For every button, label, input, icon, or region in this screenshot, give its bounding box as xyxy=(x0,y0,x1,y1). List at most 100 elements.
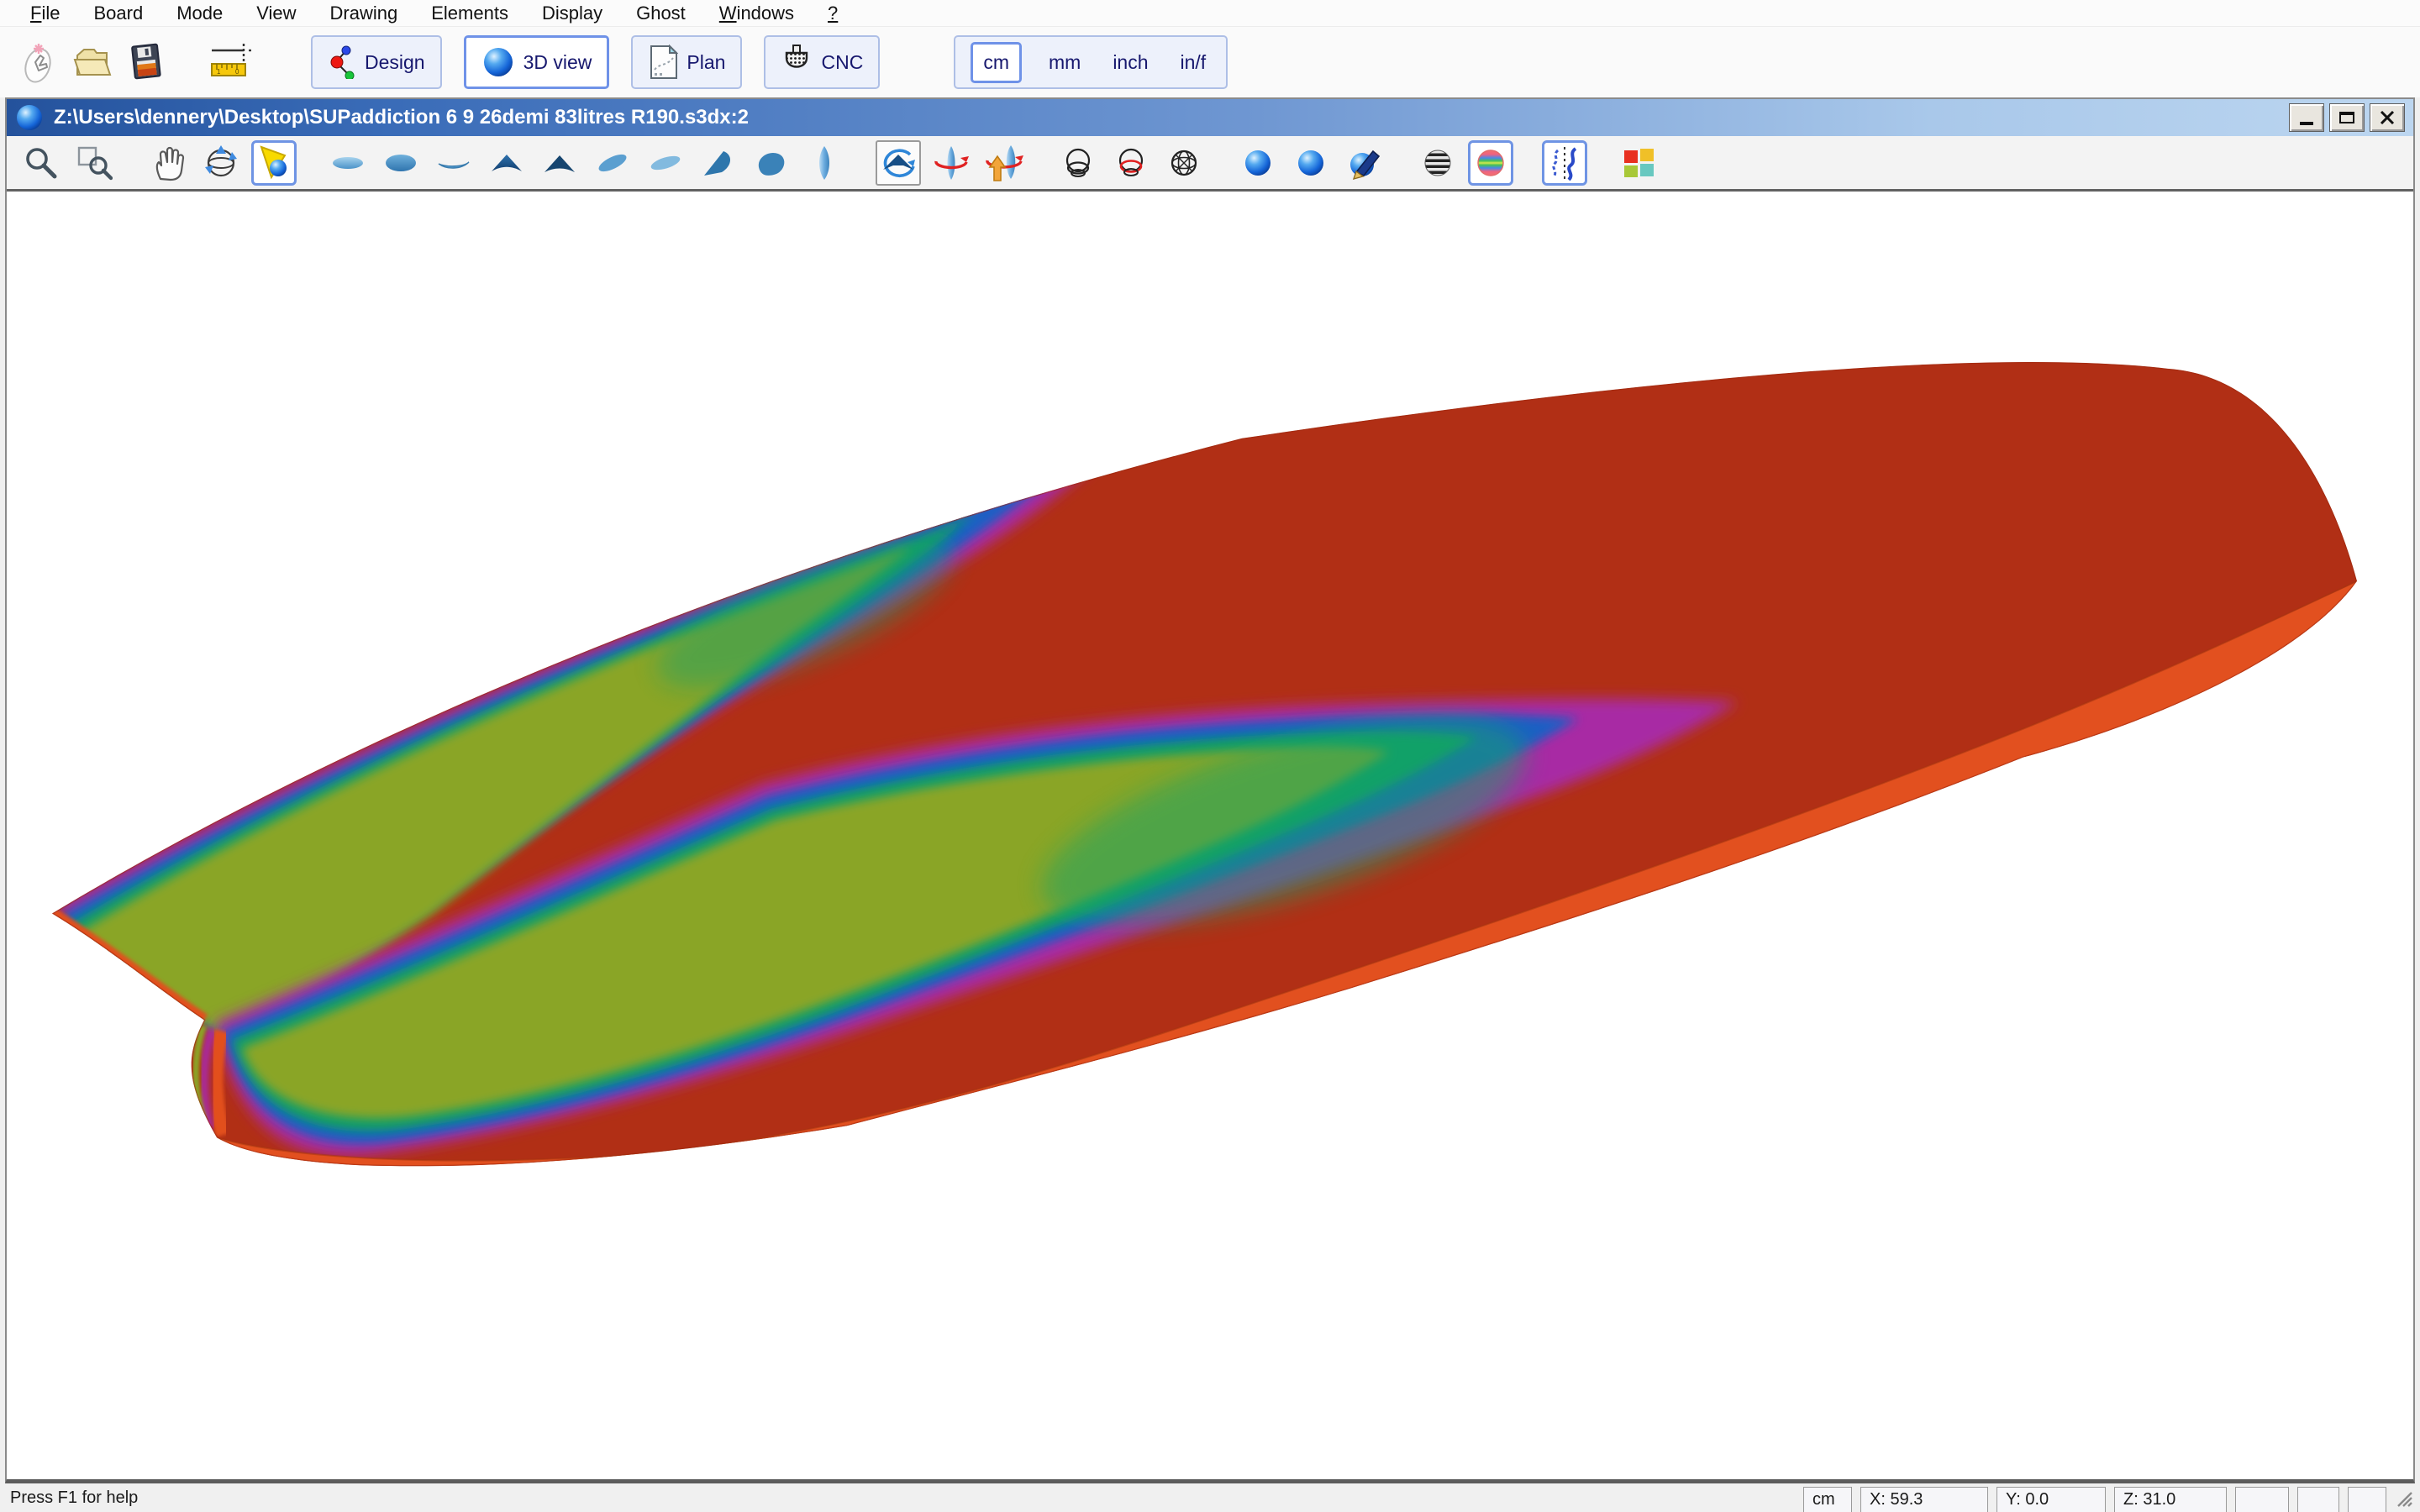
orbit-tool[interactable] xyxy=(198,140,244,186)
light-direction-tool[interactable] xyxy=(251,140,297,186)
unit-mm[interactable]: mm xyxy=(1044,46,1086,79)
rotate-flip-tool[interactable] xyxy=(981,140,1027,186)
sphere-3d-icon xyxy=(481,45,515,79)
pan-hand-icon xyxy=(150,144,187,181)
wizard-hand-icon[interactable] xyxy=(15,37,62,87)
menu-help[interactable]: ? xyxy=(811,1,855,26)
dimensions-ruler-glyph: 10 xyxy=(207,39,254,86)
design-colors-tool[interactable] xyxy=(1616,140,1661,186)
menu-drawing[interactable]: Drawing xyxy=(313,1,415,26)
svg-text:1: 1 xyxy=(217,68,221,76)
plan-mode-label: Plan xyxy=(687,51,725,74)
plan-mode-button[interactable]: Plan xyxy=(631,35,742,89)
wireframe-mesh-tool[interactable] xyxy=(1161,140,1207,186)
view-outline-tool[interactable] xyxy=(802,140,847,186)
view-perspective-1-icon xyxy=(594,144,631,181)
maximize-button[interactable] xyxy=(2329,103,2365,132)
rotate-flip-icon xyxy=(985,144,1023,182)
design-mode-label: Design xyxy=(365,51,425,74)
menu-ghost[interactable]: Ghost xyxy=(619,1,702,26)
board-3d-render[interactable] xyxy=(7,192,2413,1479)
unit-inch[interactable]: inch xyxy=(1107,46,1153,79)
menu-display[interactable]: Display xyxy=(525,1,619,26)
zoom-tool[interactable] xyxy=(18,140,64,186)
menu-file[interactable]: File xyxy=(13,1,76,26)
status-z-coordinate: Z: 31.0 xyxy=(2114,1487,2227,1512)
design-nodes-icon xyxy=(328,45,356,79)
status-empty-panel xyxy=(2348,1487,2386,1512)
view-back-icon xyxy=(541,144,578,181)
main-toolbar: 10 Design 3D view Plan CNC xyxy=(0,27,2420,97)
view-perspective-2-icon xyxy=(647,144,684,181)
design-mode-button[interactable]: Design xyxy=(311,35,442,89)
pan-tool[interactable] xyxy=(145,140,191,186)
status-empty-panel xyxy=(2297,1487,2339,1512)
open-folder-glyph xyxy=(71,39,114,86)
wireframe-mesh-icon xyxy=(1165,144,1202,181)
render-paint-icon xyxy=(1344,144,1383,182)
render-zebra-icon xyxy=(1419,144,1456,181)
light-direction-icon xyxy=(255,144,292,181)
zoom-window-tool[interactable] xyxy=(71,140,117,186)
render-curvature-map-tool[interactable] xyxy=(1468,140,1513,186)
render-zebra-tool[interactable] xyxy=(1415,140,1460,186)
render-curvature-map-icon xyxy=(1472,144,1509,181)
document-sphere-icon xyxy=(15,103,44,132)
status-help-text: Press F1 for help xyxy=(5,1488,1803,1508)
view-perspective-1-tool[interactable] xyxy=(590,140,635,186)
menu-board[interactable]: Board xyxy=(76,1,160,26)
orbit-rotate-icon xyxy=(202,144,240,182)
unit-inf[interactable]: in/f xyxy=(1176,46,1212,79)
cnc-mode-button[interactable]: CNC xyxy=(764,35,880,89)
render-paint-tool[interactable] xyxy=(1341,140,1386,186)
viewport-canvas[interactable] xyxy=(7,192,2413,1479)
units-panel: cm mm inch in/f xyxy=(954,35,1228,89)
unit-cm[interactable]: cm xyxy=(971,42,1022,83)
status-y-coordinate: Y: 0.0 xyxy=(1996,1487,2106,1512)
resize-grip[interactable] xyxy=(2393,1488,2413,1508)
maximize-icon xyxy=(2339,112,2354,123)
render-smooth-tool[interactable] xyxy=(1288,140,1334,186)
view-rocker-tool[interactable] xyxy=(431,140,476,186)
close-icon xyxy=(2380,111,2395,124)
render-smooth-icon xyxy=(1292,144,1329,181)
3d-view-mode-label: 3D view xyxy=(523,51,592,74)
menu-mode[interactable]: Mode xyxy=(160,1,239,26)
view-perspective-3-tool[interactable] xyxy=(696,140,741,186)
view-perspective-2-tool[interactable] xyxy=(643,140,688,186)
wireframe-icon xyxy=(1060,144,1097,181)
rotate-longitudinal-tool[interactable] xyxy=(929,140,974,186)
status-unit: cm xyxy=(1803,1487,1852,1512)
document-title-bar[interactable]: Z:\Users\dennery\Desktop\SUPaddiction 6 … xyxy=(7,99,2413,136)
svg-text:0: 0 xyxy=(235,68,239,76)
menu-view[interactable]: View xyxy=(239,1,313,26)
close-button[interactable] xyxy=(2370,103,2405,132)
view-bottom-tool[interactable] xyxy=(378,140,424,186)
open-folder-icon[interactable] xyxy=(69,37,116,87)
wireframe-red-tool[interactable] xyxy=(1108,140,1154,186)
save-floppy-icon[interactable] xyxy=(123,37,170,87)
dimensions-ruler-icon[interactable]: 10 xyxy=(207,37,254,87)
auto-rotate-tool[interactable] xyxy=(876,140,921,186)
view-toolbar xyxy=(7,136,2413,192)
3d-view-mode-button[interactable]: 3D view xyxy=(464,35,610,89)
view-perspective-4-tool[interactable] xyxy=(749,140,794,186)
view-back-tool[interactable] xyxy=(537,140,582,186)
menu-windows[interactable]: Windows xyxy=(702,1,811,26)
view-front-tool[interactable] xyxy=(484,140,529,186)
wireframe-tool[interactable] xyxy=(1055,140,1101,186)
menu-elements[interactable]: Elements xyxy=(414,1,525,26)
curvature-curves-tool[interactable] xyxy=(1542,140,1587,186)
auto-rotate-icon xyxy=(879,144,918,182)
render-shaded-tool[interactable] xyxy=(1235,140,1281,186)
tail-lobe-sliver xyxy=(196,1026,224,1135)
design-colors-icon xyxy=(1620,144,1657,181)
wizard-hand-glyph xyxy=(17,39,60,86)
minimize-button[interactable] xyxy=(2289,103,2324,132)
minimize-icon xyxy=(2300,122,2313,125)
status-empty-panel xyxy=(2235,1487,2289,1512)
view-front-icon xyxy=(488,144,525,181)
render-shaded-icon xyxy=(1239,144,1276,181)
status-bar: Press F1 for help cm X: 59.3 Y: 0.0 Z: 3… xyxy=(0,1483,2420,1512)
view-deck-tool[interactable] xyxy=(325,140,371,186)
